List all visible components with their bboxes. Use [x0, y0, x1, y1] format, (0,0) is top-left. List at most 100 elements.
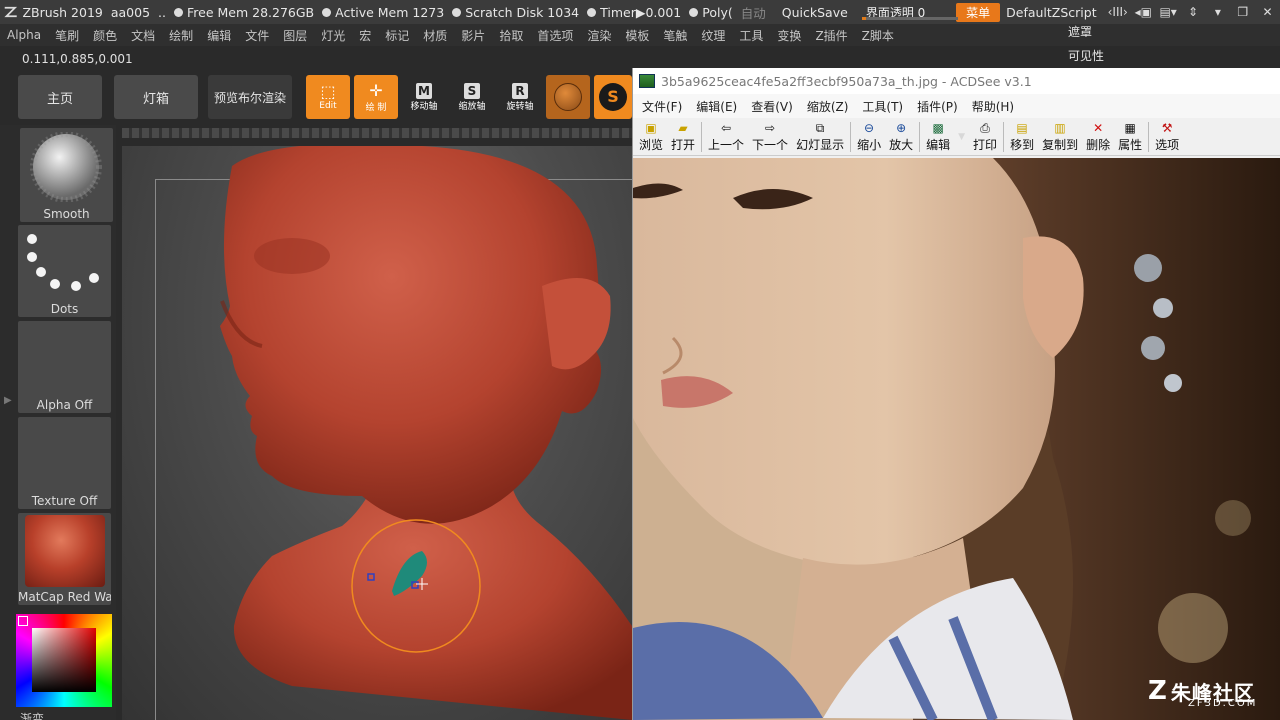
restore-icon[interactable]: ❐ — [1233, 4, 1252, 20]
transparency-track — [861, 17, 958, 20]
menu-alpha[interactable]: Alpha — [0, 28, 48, 42]
menu-document[interactable]: 文档 — [124, 27, 162, 44]
browse-icon: ▣ — [645, 120, 657, 135]
toolbar-separator — [1003, 121, 1005, 152]
previous-icon: ⇦ — [721, 120, 732, 135]
mrgb-button[interactable] — [546, 75, 590, 119]
menu-texture[interactable]: 纹理 — [694, 27, 732, 44]
poly-label: Poly( — [702, 4, 733, 20]
options-label: 选项 — [1155, 137, 1180, 152]
copy-to-icon: ▥ — [1054, 120, 1066, 135]
menu-stencil[interactable]: 模板 — [618, 27, 656, 44]
scale-mode-button[interactable]: S 缩放轴 — [450, 75, 494, 119]
menu-preferences[interactable]: 首选项 — [530, 27, 580, 44]
acd-menu-file[interactable]: 文件(F) — [635, 98, 689, 115]
print-button[interactable]: ⎙ 打印 — [969, 119, 1001, 155]
menu-button[interactable]: 菜单 — [956, 2, 1001, 22]
menu-draw[interactable]: 绘制 — [162, 27, 200, 44]
home-button[interactable]: 主页 — [18, 75, 102, 119]
status-dot-icon — [587, 7, 597, 17]
move-to-button[interactable]: ▤ 移到 — [1006, 119, 1038, 155]
menu-zplugin[interactable]: Z插件 — [808, 27, 854, 44]
slideshow-label: 幻灯显示 — [796, 137, 845, 152]
zbrush-canvas[interactable] — [122, 146, 632, 720]
zoom-in-button[interactable]: ⊕ 放大 — [885, 119, 917, 155]
timer-label: Timer▶0.001 — [600, 4, 682, 20]
close-icon[interactable]: ✕ — [1258, 4, 1277, 20]
layout-icon[interactable]: ◂▣ — [1134, 4, 1153, 20]
edit-image-button[interactable]: ▩ 编辑 — [922, 119, 954, 155]
zadd-button[interactable]: S — [594, 75, 632, 119]
lightbox-button[interactable]: 灯箱 — [114, 75, 198, 119]
acd-menu-zoom[interactable]: 缩放(Z) — [800, 98, 856, 115]
minimize-icon[interactable]: ▾ — [1208, 4, 1227, 20]
stroke-selector[interactable]: Dots — [18, 225, 111, 317]
print-label: 打印 — [973, 137, 998, 152]
menu-light[interactable]: 灯光 — [314, 27, 352, 44]
acd-menu-view[interactable]: 查看(V) — [744, 98, 800, 115]
menu-edit[interactable]: 编辑 — [200, 27, 238, 44]
brush-selector[interactable]: Smooth — [20, 128, 113, 222]
interface-transparency-slider[interactable]: 界面透明 0 — [861, 4, 958, 20]
rotate-label: 旋转轴 — [506, 101, 534, 112]
menu-tool[interactable]: 工具 — [732, 27, 770, 44]
move-mode-button[interactable]: M 移动轴 — [402, 75, 446, 119]
copy-to-button[interactable]: ▥ 复制到 — [1038, 119, 1082, 155]
material-selector[interactable]: MatCap Red Wax — [18, 513, 111, 605]
menu-layer[interactable]: 图层 — [276, 27, 314, 44]
visibility-menu-label[interactable]: 可见性 — [1068, 47, 1104, 64]
acdsee-app-icon — [639, 74, 655, 88]
edit-dropdown-chevron-icon[interactable]: ▼ — [958, 132, 965, 142]
texture-selector[interactable]: Texture Off — [18, 417, 111, 509]
collapse-icon[interactable]: ⇕ — [1184, 4, 1203, 20]
tray-toggle-icon[interactable]: ‹III› — [1108, 4, 1128, 20]
draw-mode-button[interactable]: ✛ 绘 制 — [354, 75, 398, 119]
slideshow-button[interactable]: ⧉ 幻灯显示 — [792, 119, 848, 155]
acd-menu-tools[interactable]: 工具(T) — [855, 98, 910, 115]
menu-movie[interactable]: 影片 — [454, 27, 492, 44]
default-zscript-button[interactable]: DefaultZScript — [1006, 5, 1097, 20]
options-button[interactable]: ⚒ 选项 — [1151, 119, 1183, 155]
mask-menu-label[interactable]: 遮罩 — [1068, 23, 1092, 40]
color-picker[interactable] — [16, 614, 112, 707]
browse-button[interactable]: ▣ 浏览 — [635, 119, 667, 155]
move-to-label: 移到 — [1010, 137, 1035, 152]
copy-to-label: 复制到 — [1042, 137, 1079, 152]
properties-button[interactable]: ▦ 属性 — [1114, 119, 1146, 155]
zbrush-logo-icon — [4, 6, 18, 18]
menu-color[interactable]: 颜色 — [86, 27, 124, 44]
menu-zscript[interactable]: Z脚本 — [855, 27, 901, 44]
tray-collapse-icon[interactable]: ▶ — [4, 395, 12, 406]
smooth-brush-icon — [30, 132, 102, 202]
color-saturation-square[interactable] — [32, 628, 96, 692]
menu-material[interactable]: 材质 — [416, 27, 454, 44]
next-icon: ⇨ — [765, 120, 776, 135]
open-button[interactable]: ▰ 打开 — [667, 119, 699, 155]
menu-file[interactable]: 文件 — [238, 27, 276, 44]
menu-stroke[interactable]: 笔触 — [656, 27, 694, 44]
acd-menu-plugins[interactable]: 插件(P) — [910, 98, 965, 115]
menu-picker[interactable]: 拾取 — [492, 27, 530, 44]
edit-mode-button[interactable]: ⬚ Edit — [306, 75, 350, 119]
previous-button[interactable]: ⇦ 上一个 — [704, 119, 748, 155]
delete-button[interactable]: ✕ 删除 — [1082, 119, 1114, 155]
menu-marker[interactable]: 标记 — [378, 27, 416, 44]
menu-brush[interactable]: 笔刷 — [48, 27, 86, 44]
acd-menu-help[interactable]: 帮助(H) — [965, 98, 1021, 115]
save-layout-icon[interactable]: ▤▾ — [1159, 4, 1178, 20]
brush-label: Smooth — [43, 207, 90, 221]
quicksave-button[interactable]: QuickSave — [782, 5, 848, 20]
alpha-selector[interactable]: Alpha Off — [18, 321, 111, 413]
active-color-swatch[interactable] — [18, 616, 28, 626]
menu-render[interactable]: 渲染 — [580, 27, 618, 44]
acd-menu-edit[interactable]: 编辑(E) — [689, 98, 744, 115]
acdsee-toolbar: ▣ 浏览 ▰ 打开 ⇦ 上一个 ⇨ 下一个 ⧉ 幻灯显示 ⊖ 缩小 ⊕ 放大 ▩ 编辑 ▼ ⎙ 打… — [633, 118, 1280, 156]
zoom-out-button[interactable]: ⊖ 缩小 — [853, 119, 885, 155]
next-button[interactable]: ⇨ 下一个 — [748, 119, 792, 155]
delete-label: 删除 — [1086, 137, 1111, 152]
rotate-mode-button[interactable]: R 旋转轴 — [498, 75, 542, 119]
toolbar-separator — [850, 121, 852, 152]
menu-transform[interactable]: 变换 — [770, 27, 808, 44]
menu-macro[interactable]: 宏 — [352, 27, 378, 44]
bpr-button[interactable]: 预览布尔渲染 — [208, 75, 292, 119]
